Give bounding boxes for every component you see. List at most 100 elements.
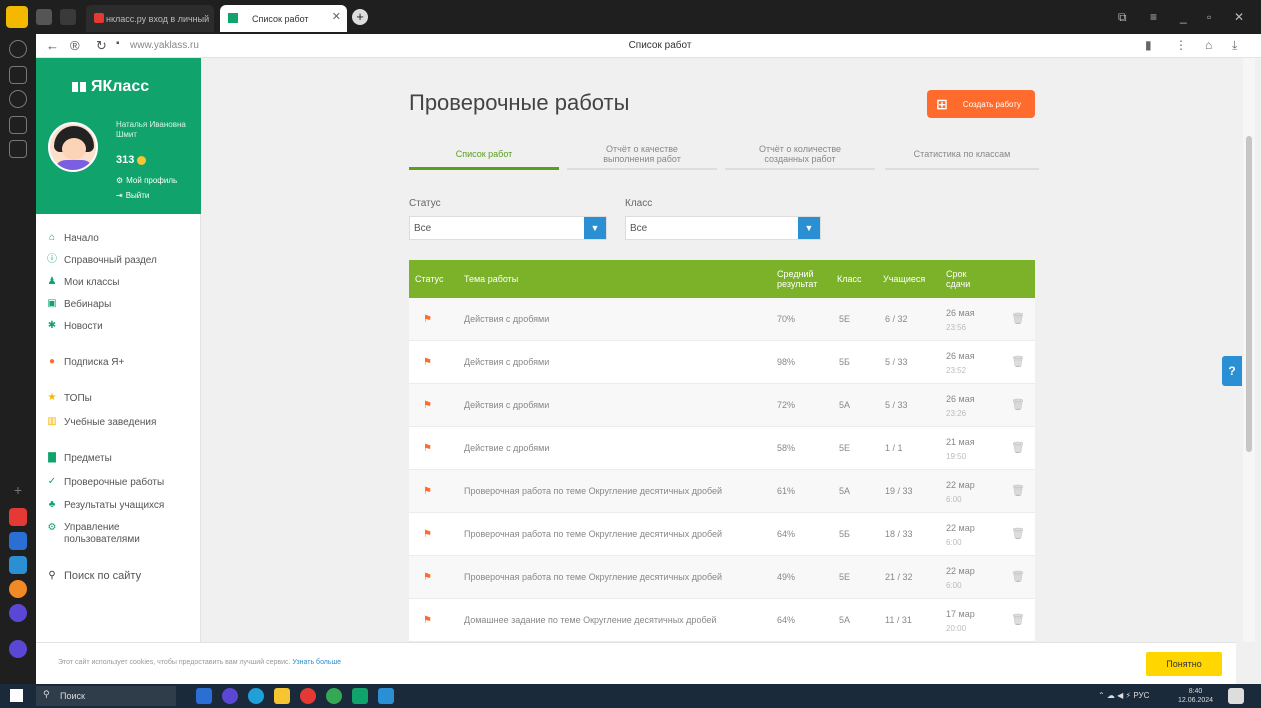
row-topic[interactable]: Проверочная работа по теме Округление де… [464, 556, 754, 599]
bookmarks-icon[interactable]: ⧉ [1118, 10, 1127, 25]
help-button[interactable]: ? [1222, 356, 1242, 386]
app-icon-4[interactable] [378, 688, 394, 704]
site-logo[interactable]: ЯКласс [72, 78, 149, 96]
trash-icon[interactable]: 🗑 [1011, 341, 1025, 384]
notifications-icon[interactable] [1228, 688, 1244, 704]
messenger-icon[interactable] [9, 556, 27, 574]
sidebar-item-webinars[interactable]: ▣ Вебинары [46, 298, 196, 310]
row-topic[interactable]: Проверочная работа по теме Округление де… [464, 470, 754, 513]
tab-class-stats[interactable]: Статистика по классам [885, 140, 1039, 170]
row-topic[interactable]: Действия с дробями [464, 298, 754, 341]
extension-icon[interactable]: ® [70, 38, 80, 53]
app-icon-3[interactable] [352, 688, 368, 704]
reload-icon[interactable]: ↻ [96, 38, 107, 54]
table-row[interactable]: ⚑ Действия с дробями 98% 5Б 5 / 33 26 мая 23:5… [409, 341, 1035, 384]
tab-work-list[interactable]: Список работ ✕ [220, 5, 347, 32]
close-tab-icon[interactable]: ✕ [332, 10, 341, 23]
windows-start-icon[interactable] [10, 689, 23, 702]
user-name[interactable]: Наталья Ивановна Шмит [116, 120, 200, 140]
table-row[interactable]: ⚑ Проверочная работа по теме Округление д… [409, 556, 1035, 599]
table-row[interactable]: ⚑ Домашнее задание по теме Округление дес… [409, 599, 1035, 642]
class-select[interactable]: Все ▼ [625, 216, 821, 240]
trash-icon[interactable]: 🗑 [1011, 599, 1025, 642]
share-icon[interactable]: ⌂ [1205, 38, 1212, 52]
sidebar-item-users[interactable]: ⚙ Управление пользователями [46, 522, 196, 546]
col-status[interactable]: Статус [415, 260, 443, 298]
tab-work-list[interactable]: Список работ [409, 140, 559, 170]
bookmarks-panel-icon[interactable] [9, 66, 27, 84]
trash-icon[interactable]: 🗑 [1011, 470, 1025, 513]
cookie-more-link[interactable]: Узнать больше [292, 659, 341, 666]
docs-icon[interactable] [9, 532, 27, 550]
new-tab-icon[interactable]: + [352, 9, 368, 25]
tab-yaklass-login[interactable]: нкласс.ру вход в личный [86, 5, 214, 32]
sidebar-item-subjects[interactable]: ▇ Предметы [46, 452, 196, 464]
row-topic[interactable]: Домашнее задание по теме Округление деся… [464, 599, 754, 642]
youtube-icon[interactable] [9, 508, 27, 526]
row-topic[interactable]: Действие с дробями [464, 427, 754, 470]
col-topic[interactable]: Тема работы [464, 260, 518, 298]
history-icon[interactable] [9, 40, 27, 58]
sidebar-item-home[interactable]: ⌂ Начало [46, 232, 196, 244]
chrome-icon[interactable] [326, 688, 342, 704]
close-window-icon[interactable]: ✕ [1234, 10, 1244, 24]
taskbar-clock[interactable]: 8:40 12.06.2024 [1178, 687, 1213, 705]
files-icon[interactable] [274, 688, 290, 704]
row-topic[interactable]: Действия с дробями [464, 341, 754, 384]
table-row[interactable]: ⚑ Действия с дробями 72% 5А 5 / 33 26 мая 23:2… [409, 384, 1035, 427]
url-field[interactable]: www.yaklass.ru [130, 40, 199, 51]
chevron-down-icon[interactable]: ▼ [798, 217, 820, 239]
menu-icon[interactable]: ≡ [1150, 10, 1157, 24]
app-icon[interactable] [9, 604, 27, 622]
page-scrollbar[interactable] [1243, 58, 1255, 642]
table-row[interactable]: ⚑ Проверочная работа по теме Округление д… [409, 513, 1035, 556]
back-icon[interactable]: ← [46, 38, 59, 53]
taskbar-search[interactable]: ⚲ Поиск [36, 686, 176, 706]
browser-logo-icon[interactable] [6, 6, 28, 28]
status-select[interactable]: Все ▼ [409, 216, 607, 240]
tab-count-report[interactable]: Отчёт о количестве созданных работ [725, 140, 875, 170]
tray-icons[interactable]: ⌃ ☁ ◀ ⚡ РУС [1098, 691, 1149, 700]
add-panel-icon[interactable]: + [9, 482, 27, 500]
sidebar-item-results[interactable]: ♣ Результаты учащихся [46, 499, 196, 511]
sidebar-item-tops[interactable]: ★ ТОПы [46, 392, 196, 404]
sidebar-item-classes[interactable]: ♟ Мои классы [46, 276, 196, 288]
more-icon[interactable]: ⋮ [1175, 38, 1187, 52]
table-row[interactable]: ⚑ Действия с дробями 70% 5Е 6 / 32 26 мая 23:5… [409, 298, 1035, 341]
app-icon[interactable] [222, 688, 238, 704]
tabs-counter-icon[interactable] [36, 9, 52, 25]
download-icon[interactable]: ⤓ [1232, 38, 1237, 53]
site-lock-icon[interactable]: ▪ [116, 38, 120, 49]
sidebar-item-tests[interactable]: ✓ Проверочные работы [46, 476, 196, 488]
trash-icon[interactable]: 🗑 [1011, 513, 1025, 556]
restore-icon[interactable]: ▫ [1207, 10, 1211, 24]
sidebar-item-subscription[interactable]: ● Подписка Я+ [46, 356, 196, 368]
sidebar-item-reference[interactable]: ⓘ Справочный раздел [46, 254, 196, 266]
col-students[interactable]: Учащиеся [883, 260, 925, 298]
sidebar-item-schools[interactable]: ▥ Учебные заведения [46, 416, 196, 428]
col-result[interactable]: Средний результат [777, 260, 831, 298]
yandex-browser-icon[interactable] [300, 688, 316, 704]
alice-icon[interactable] [9, 580, 27, 598]
trash-icon[interactable]: 🗑 [1011, 427, 1025, 470]
scrollbar-thumb[interactable] [1246, 136, 1252, 452]
cookie-accept-button[interactable]: Понятно [1146, 652, 1222, 676]
create-work-button[interactable]: ⊞ Создать работу [927, 90, 1035, 118]
row-topic[interactable]: Проверочная работа по теме Округление де… [464, 513, 754, 556]
player-icon[interactable] [9, 90, 27, 108]
trash-icon[interactable]: 🗑 [1011, 556, 1025, 599]
app-icon-2[interactable] [9, 640, 27, 658]
avatar[interactable] [48, 122, 98, 172]
minimize-icon[interactable]: _ [1180, 10, 1187, 24]
profile-link[interactable]: ⚙ Мой профиль [116, 176, 177, 185]
row-topic[interactable]: Действия с дробями [464, 384, 754, 427]
logout-link[interactable]: ⇥ Выйти [116, 191, 149, 200]
edge-icon[interactable] [248, 688, 264, 704]
tab-pinned-icon[interactable] [60, 9, 76, 25]
table-row[interactable]: ⚑ Проверочная работа по теме Округление д… [409, 470, 1035, 513]
sidebar-item-news[interactable]: ✱ Новости [46, 320, 196, 332]
tabs-panel-icon[interactable] [9, 116, 27, 134]
explorer-icon[interactable] [196, 688, 212, 704]
col-class[interactable]: Класс [837, 260, 862, 298]
reader-icon[interactable]: ▮ [1145, 38, 1152, 52]
